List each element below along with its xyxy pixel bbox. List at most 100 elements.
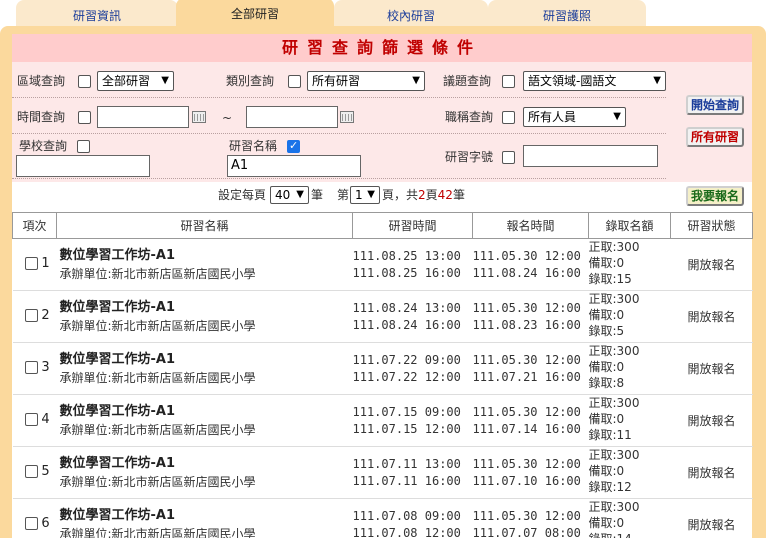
- all-courses-button[interactable]: 所有研習: [686, 127, 744, 147]
- signup-button[interactable]: 我要報名: [686, 186, 744, 206]
- reg-time-cell: 111.05.30 12:00 111.07.07 08:00: [472, 498, 589, 538]
- course-title[interactable]: 數位學習工作坊-A1: [60, 351, 353, 369]
- study-end: 111.07.11 16:00: [352, 474, 461, 488]
- col-header-index: 項次: [12, 212, 57, 239]
- category-label: 類別查詢: [226, 74, 275, 88]
- table-header-row: 項次 研習名稱 研習時間 報名時間 錄取名額 研習狀態: [12, 212, 753, 239]
- pages-word: 頁: [425, 188, 438, 202]
- quota-main: 正取:300: [588, 344, 640, 358]
- course-title[interactable]: 數位學習工作坊-A1: [60, 507, 353, 525]
- table-row[interactable]: 1 數位學習工作坊-A1 承辦單位:新北市新店區新店國民小學 111.08.25 13…: [12, 238, 753, 291]
- page-suffix: 頁，共: [382, 188, 419, 202]
- course-title[interactable]: 數位學習工作坊-A1: [60, 247, 353, 265]
- topic-checkbox[interactable]: [502, 75, 515, 88]
- row-index-cell: 4: [12, 394, 57, 447]
- reg-start: 111.05.30 12:00: [472, 301, 581, 315]
- chevron-down-icon: ▼: [653, 75, 661, 86]
- category-checkbox[interactable]: [288, 75, 301, 88]
- time-checkbox[interactable]: [78, 111, 91, 124]
- region-checkbox[interactable]: [78, 75, 91, 88]
- quota-backup: 備取:0: [588, 464, 625, 478]
- quota-backup: 備取:0: [588, 360, 625, 374]
- time-label: 時間查詢: [17, 110, 66, 124]
- status-badge: 開放報名: [687, 362, 736, 376]
- course-title[interactable]: 數位學習工作坊-A1: [60, 455, 353, 473]
- table-row[interactable]: 6 數位學習工作坊-A1 承辦單位:新北市新店區新店國民小學 111.07.08 09…: [12, 498, 753, 538]
- region-select[interactable]: 全部研習 ▼: [97, 71, 174, 91]
- table-row[interactable]: 3 數位學習工作坊-A1 承辦單位:新北市新店區新店國民小學 111.07.22 09…: [12, 342, 753, 395]
- chevron-down-icon: ▼: [161, 75, 169, 86]
- row-select-checkbox[interactable]: [24, 257, 38, 270]
- school-input[interactable]: [16, 155, 150, 177]
- tab-course-passport[interactable]: 研習護照: [488, 0, 646, 26]
- row-index-cell: 2: [12, 290, 57, 343]
- category-select[interactable]: 所有研習 ▼: [307, 71, 425, 91]
- status-cell: 開放報名: [670, 238, 753, 291]
- quota-admitted: 錄取:12: [588, 480, 632, 494]
- chevron-down-icon: ▼: [367, 189, 375, 200]
- table-row[interactable]: 5 數位學習工作坊-A1 承辦單位:新北市新店區新店國民小學 111.07.11 13…: [12, 446, 753, 499]
- title-role-select[interactable]: 所有人員 ▼: [523, 107, 626, 127]
- per-page-value: 40: [275, 188, 291, 202]
- course-name-checkbox[interactable]: [287, 139, 300, 153]
- filter-divider: [12, 133, 666, 134]
- calendar-icon[interactable]: [192, 111, 206, 123]
- end-date-field[interactable]: [246, 106, 338, 128]
- row-select-checkbox[interactable]: [24, 361, 38, 374]
- course-title[interactable]: 數位學習工作坊-A1: [60, 403, 353, 421]
- course-title[interactable]: 數位學習工作坊-A1: [60, 299, 353, 317]
- table-row[interactable]: 2 數位學習工作坊-A1 承辦單位:新北市新店區新店國民小學 111.08.24 13…: [12, 290, 753, 343]
- row-select-checkbox[interactable]: [24, 465, 38, 478]
- chevron-down-icon: ▼: [412, 75, 420, 86]
- tab-all-courses[interactable]: 全部研習: [176, 0, 334, 26]
- tab-school-courses[interactable]: 校內研習: [334, 0, 488, 26]
- calendar-icon[interactable]: [340, 111, 354, 123]
- school-checkbox[interactable]: [77, 140, 90, 153]
- course-code-checkbox[interactable]: [502, 151, 515, 164]
- reg-time-cell: 111.05.30 12:00 111.08.24 16:00: [472, 238, 589, 291]
- per-page-select[interactable]: 40 ▼: [270, 186, 309, 204]
- study-end: 111.08.24 16:00: [352, 318, 461, 332]
- page-select[interactable]: 1 ▼: [350, 186, 380, 204]
- reg-time-cell: 111.05.30 12:00 111.08.23 16:00: [472, 290, 589, 343]
- quota-cell: 正取:300 備取:0錄取:14: [588, 498, 671, 538]
- tab-course-info[interactable]: 研習資訊: [16, 0, 178, 26]
- row-select-checkbox[interactable]: [24, 517, 38, 530]
- items-word: 筆: [452, 188, 465, 202]
- row-select-checkbox[interactable]: [24, 413, 38, 426]
- course-organizer: 承辦單位:新北市新店區新店國民小學: [59, 423, 256, 437]
- study-time-cell: 111.07.22 09:00 111.07.22 12:00: [352, 342, 473, 395]
- reg-start: 111.05.30 12:00: [472, 249, 581, 263]
- start-date-field[interactable]: [97, 106, 189, 128]
- course-code-input[interactable]: [523, 145, 658, 167]
- row-index: 4: [41, 412, 50, 427]
- col-header-name: 研習名稱: [56, 212, 353, 239]
- study-start: 111.07.11 13:00: [352, 457, 461, 471]
- study-end: 111.08.25 16:00: [352, 266, 461, 280]
- reg-end: 111.08.23 16:00: [472, 318, 581, 332]
- reg-end: 111.07.07 08:00: [472, 526, 581, 538]
- course-name-label: 研習名稱: [229, 139, 278, 153]
- course-name-cell: 數位學習工作坊-A1 承辦單位:新北市新店區新店國民小學: [56, 394, 353, 447]
- study-time-cell: 111.08.24 13:00 111.08.24 16:00: [352, 290, 473, 343]
- quota-cell: 正取:300 備取:0 錄取:12: [588, 446, 671, 499]
- status-badge: 開放報名: [687, 466, 736, 480]
- row-select-checkbox[interactable]: [24, 309, 38, 322]
- study-end: 111.07.08 12:00: [352, 526, 461, 538]
- course-table: 項次 研習名稱 研習時間 報名時間 錄取名額 研習狀態 1 數位學習工作坊-A1 承…: [12, 212, 753, 538]
- row-index: 2: [41, 308, 50, 323]
- topic-select[interactable]: 語文領域-國語文 ▼: [523, 71, 666, 91]
- start-search-button[interactable]: 開始查詢: [686, 95, 744, 115]
- course-organizer: 承辦單位:新北市新店區新店國民小學: [59, 475, 256, 489]
- course-organizer: 承辦單位:新北市新店區新店國民小學: [59, 527, 256, 538]
- quota-admitted: 錄取:15: [588, 272, 632, 286]
- quota-backup: 備取:0: [588, 412, 625, 426]
- table-row[interactable]: 4 數位學習工作坊-A1 承辦單位:新北市新店區新店國民小學 111.07.15 09…: [12, 394, 753, 447]
- title-role-select-value: 所有人員: [528, 110, 577, 124]
- course-name-input[interactable]: A1: [227, 155, 361, 177]
- title-role-checkbox[interactable]: [502, 111, 515, 124]
- course-organizer: 承辦單位:新北市新店區新店國民小學: [59, 371, 256, 385]
- course-name-cell: 數位學習工作坊-A1 承辦單位:新北市新店區新店國民小學: [56, 290, 353, 343]
- col-header-study-time: 研習時間: [352, 212, 473, 239]
- row-index: 5: [41, 464, 50, 479]
